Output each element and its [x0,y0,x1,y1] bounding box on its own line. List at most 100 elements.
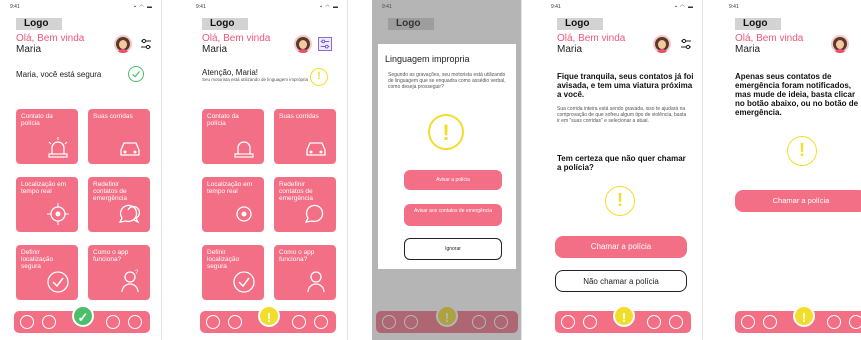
settings-sliders-icon[interactable] [318,37,332,51]
avatar[interactable] [831,35,849,53]
card-realtime-location[interactable]: Localização em tempo real [16,177,78,232]
card-label: Suas corridas [279,113,319,120]
siren-icon [48,137,68,158]
warning-icon: ! [310,68,328,86]
contacts-notified-text: Apenas seus contatos de emergência foram… [735,72,859,117]
card-police-contact[interactable]: Contato da polícia [202,109,264,164]
card-safe-location[interactable]: Definir localização segura [202,245,264,300]
warning-icon: ! [428,114,464,150]
greeting: Olá, Bem vinda [735,33,804,44]
card-label: Redefinir contatos de emergência [279,181,313,202]
settings-sliders-icon[interactable] [139,37,153,51]
language-modal: Linguagem impropria Segundo as gravações… [378,44,516,269]
siren-nav-icon[interactable] [827,315,841,329]
recording-info: Sua corrida inteira está sendo gravada, … [557,106,687,124]
user-name: Maria [202,44,228,55]
call-police-button[interactable]: Chamar a polícia [735,190,861,212]
home-icon[interactable] [561,315,575,329]
warning-icon: ! [605,186,635,216]
call-police-button[interactable]: Chamar a polícia [555,236,687,258]
card-how-it-works[interactable]: Como o app funciona? [274,245,336,300]
chat-nav-icon[interactable] [228,315,242,329]
status-time: 9:41 [729,4,739,10]
shield-nav-icon[interactable] [314,315,328,329]
screen-police-notified: 9:41 ▪ ◠ ▬ Logo Olá, Bem vinda Maria Fiq… [541,0,703,340]
logo: Logo [557,18,603,30]
status-time: 9:41 [10,4,20,10]
safe-status-text: Maria, você está segura [16,70,102,79]
card-reset-contacts[interactable]: Redefinir contatos de emergência [88,177,150,232]
ignore-button[interactable]: Ignorar [404,238,502,260]
car-icon [120,142,140,156]
avatar[interactable] [653,35,671,53]
card-realtime-location[interactable]: Localização em tempo real [202,177,264,232]
avatar[interactable] [114,35,132,53]
shield-nav-icon[interactable] [849,315,861,329]
home-icon[interactable] [20,315,34,329]
dont-call-police-button[interactable]: Não chamar a polícia [555,270,687,292]
chat-nav-icon[interactable] [763,315,777,329]
logo: Logo [735,18,781,30]
screen-alert: 9:41 ▪ ◠ ▬ Logo Olá, Bem vinda Maria Ate… [186,0,348,340]
status-icons: ▪ ◠ ▬ [134,4,153,10]
reassurance-title: Fique tranquila, seus contatos já foi av… [557,72,694,99]
card-rides[interactable]: Suas corridas [88,109,150,164]
siren-nav-icon[interactable] [292,315,306,329]
shield-check-icon [233,271,255,293]
card-label: Como o app funciona? [279,249,315,263]
card-label: Suas corridas [93,113,133,120]
shield-nav-icon[interactable] [669,315,683,329]
status-time: 9:41 [196,4,206,10]
notify-contacts-button[interactable]: Avisar aos contatos de emergência [404,204,502,226]
card-rides[interactable]: Suas corridas [274,109,336,164]
card-label: Como o app funciona? [93,249,129,263]
settings-sliders-icon[interactable] [679,37,693,51]
status-time: 9:41 [551,4,561,10]
logo: Logo [16,18,62,30]
nav-warning-status[interactable]: ! [613,305,635,327]
nav-safe-status[interactable]: ✓ [72,305,94,327]
home-icon[interactable] [206,315,220,329]
card-safe-location[interactable]: Definir localização segura [16,245,78,300]
bottom-nav: ✓ [14,305,150,333]
greeting: Olá, Bem vinda [202,33,271,44]
help-person-icon: ? [121,270,139,293]
alert-subtitle: Seu motorista está utilizando de linguag… [202,77,309,82]
card-label: Localização em tempo real [21,181,67,195]
card-how-it-works[interactable]: Como o app funciona? ? [88,245,150,300]
card-reset-contacts[interactable]: Redefinir contatos de emergência [274,177,336,232]
home-icon[interactable] [741,315,755,329]
confirm-question: Tem certeza que não quer chamar a políci… [557,154,686,172]
nav-warning-status[interactable]: ! [793,305,815,327]
modal-text: Segundo as gravações, seu motorista está… [388,72,506,90]
chat-icon [304,204,324,223]
nav-warning-status[interactable]: ! [258,305,280,327]
shield-nav-icon[interactable] [128,315,142,329]
user-name: Maria [735,44,761,55]
chat-nav-icon[interactable] [583,315,597,329]
bottom-nav: ! [200,305,336,333]
user-name: Maria [557,44,583,55]
crosshair-icon [47,203,69,225]
siren-nav-icon[interactable] [647,315,661,329]
help-person-icon [307,271,325,293]
modal-title: Linguagem impropria [385,54,470,64]
status-icons: ▪ ◠ ▬ [320,4,339,10]
chat-nav-icon[interactable] [42,315,56,329]
check-circle-icon [128,66,144,82]
alert-title: Atenção, Maria! [202,68,259,77]
card-label: Definir localização segura [207,249,240,270]
card-label: Contato da polícia [207,113,239,127]
notify-police-button[interactable]: Avisar a polícia [404,170,502,190]
card-label: Contato da polícia [21,113,53,127]
greeting: Olá, Bem vinda [16,33,85,44]
card-police-contact[interactable]: Contato da polícia [16,109,78,164]
screen-safe: 9:41 ▪ ◠ ▬ Logo Olá, Bem vinda Maria Mar… [0,0,162,340]
status-icons: ▪ ◠ ▬ [675,4,694,10]
avatar[interactable] [294,35,312,53]
crosshair-icon [236,206,252,222]
chat-icon [118,204,140,224]
siren-nav-icon[interactable] [106,315,120,329]
user-name: Maria [16,44,42,55]
bottom-nav: ! [555,305,691,333]
